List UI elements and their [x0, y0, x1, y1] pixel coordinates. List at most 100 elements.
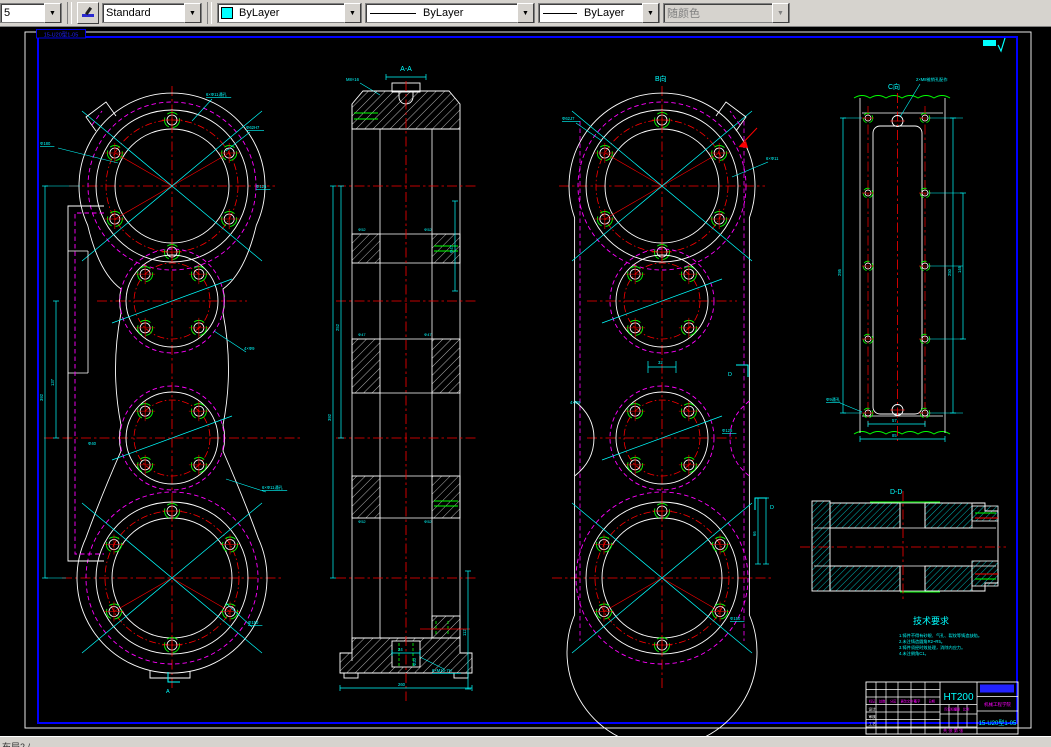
section-aa[interactable]: A-A M8×16 252 392 Φ47 Φ52 Φ52 Φ47 Φ47 Φ52 Φ52 24 Φ20… [327, 66, 476, 701]
svg-text:D: D [728, 372, 732, 378]
svg-text:A: A [166, 689, 170, 695]
color-swatch-icon [221, 7, 233, 19]
lineweight-line-icon [543, 12, 577, 14]
frame-number-label[interactable]: 15-U20型1-05 [36, 29, 86, 39]
view-c[interactable]: C向 295 250 146 57 85 2×M8锥销孔配作 Φ9通孔 [826, 76, 966, 442]
text-style-value: Standard [106, 7, 151, 19]
svg-text:4×Φ9: 4×Φ9 [570, 400, 581, 405]
svg-text:分区: 分区 [890, 699, 897, 704]
svg-text:D: D [770, 505, 774, 511]
chevron-down-icon[interactable]: ▼ [184, 3, 201, 23]
svg-text:392: 392 [327, 413, 332, 421]
svg-text:6×M10-7H: 6×M10-7H [432, 668, 452, 673]
svg-text:C向: C向 [888, 82, 900, 91]
svg-text:Φ47: Φ47 [449, 244, 454, 253]
view-b[interactable]: B向 Φ62J7 6×Φ11 Φ125 4×Φ9 Φ150 32 D D 66 [552, 74, 779, 747]
lineweight-value: ByLayer [584, 7, 625, 19]
svg-text:32: 32 [658, 360, 663, 365]
svg-text:Φ52: Φ52 [424, 227, 432, 232]
svg-text:Φ62H7: Φ62H7 [246, 125, 260, 130]
svg-text:Φ40: Φ40 [88, 441, 97, 446]
plotstyle-combo: 随颜色 ▼ [663, 3, 790, 23]
svg-text:Φ9通孔: Φ9通孔 [826, 396, 841, 403]
roughness-symbol [983, 37, 1006, 53]
svg-text:66: 66 [752, 531, 757, 536]
svg-text:252: 252 [335, 323, 340, 331]
svg-text:Φ125: Φ125 [256, 184, 267, 189]
chevron-down-icon: ▼ [772, 3, 789, 23]
plotstyle-value: 随颜色 [667, 8, 700, 20]
svg-text:112: 112 [462, 629, 467, 636]
svg-text:392: 392 [39, 393, 44, 401]
svg-text:4.未注倒角C1。: 4.未注倒角C1。 [899, 650, 929, 657]
title-block: HT200阶段标记重量 比例共 张 第 张机械工程学院15-U20型1-05标记处… [865, 681, 1019, 735]
drawing-canvas[interactable]: 15-U20型1-05 6×Φ11通孔 Φ180 Φ62H7 Φ125 4×Φ9 6×Φ11… [0, 28, 1051, 747]
drawing-number: 15-U20型1-05 [979, 719, 1017, 727]
svg-text:85: 85 [892, 433, 897, 438]
linetype-value: ByLayer [423, 7, 464, 19]
svg-text:Φ52: Φ52 [424, 519, 432, 524]
linetype-line-icon [370, 12, 416, 14]
color-control-combo[interactable]: ByLayer ▼ [217, 3, 362, 23]
chevron-down-icon[interactable]: ▼ [517, 3, 534, 23]
svg-text:Φ47: Φ47 [358, 332, 366, 337]
svg-text:260: 260 [398, 682, 406, 687]
toolbar-separator [207, 2, 212, 24]
svg-text:15-U20型1-05: 15-U20型1-05 [44, 30, 79, 38]
svg-text:比例: 比例 [963, 707, 969, 712]
text-style-combo[interactable]: Standard ▼ [102, 3, 202, 23]
svg-text:Φ150: Φ150 [730, 616, 741, 621]
svg-text:D-D: D-D [890, 489, 902, 496]
svg-text:A-A: A-A [400, 66, 412, 73]
svg-text:审核: 审核 [869, 714, 877, 719]
sheet-frame [24, 31, 1032, 729]
svg-text:137: 137 [50, 378, 55, 386]
chevron-down-icon[interactable]: ▼ [642, 3, 659, 23]
svg-text:2.未注铸造圆角R2~R5。: 2.未注铸造圆角R2~R5。 [899, 638, 945, 645]
svg-text:6×Φ11通孔: 6×Φ11通孔 [206, 91, 228, 98]
toolbar-separator [67, 2, 72, 24]
svg-text:Φ150: Φ150 [248, 620, 259, 625]
cad-application-window: 5 ▼ Standard ▼ ByLayer ▼ ByLayer ▼ ByLay… [0, 0, 1051, 747]
chevron-down-icon[interactable]: ▼ [44, 3, 61, 23]
chevron-down-icon[interactable]: ▼ [344, 3, 361, 23]
svg-text:1.铸件不得有砂眼、气孔、裂纹等铸造缺陷。: 1.铸件不得有砂眼、气孔、裂纹等铸造缺陷。 [899, 632, 982, 639]
svg-text:M8×16: M8×16 [346, 77, 360, 82]
svg-text:250: 250 [947, 268, 952, 276]
svg-text:6×Φ11通孔: 6×Φ11通孔 [262, 484, 284, 491]
tech-requirements: 技术要求 1.铸件不得有砂眼、气孔、裂纹等铸造缺陷。2.未注铸造圆角R2~R5。3… [899, 615, 982, 657]
svg-text:签字: 签字 [914, 699, 920, 704]
svg-text:共 张 第 张: 共 张 第 张 [943, 727, 964, 734]
svg-text:设计: 设计 [869, 707, 877, 712]
front-view[interactable]: 6×Φ11通孔 Φ180 Φ62H7 Φ125 4×Φ9 6×Φ11通孔 Φ150 Φ40 39… [39, 86, 300, 695]
svg-text:295: 295 [837, 268, 842, 276]
style-tool-button[interactable] [77, 2, 99, 24]
brush-icon [81, 7, 95, 19]
svg-text:Φ52: Φ52 [358, 519, 366, 524]
layout-tab[interactable]: 布局2 / [2, 740, 30, 747]
org-name: 机械工程学院 [984, 701, 1011, 708]
svg-text:Φ20: Φ20 [412, 657, 417, 666]
named-view-combo[interactable]: 5 ▼ [0, 3, 62, 23]
svg-text:6×Φ11: 6×Φ11 [766, 156, 779, 161]
svg-text:3.铸件须经时效处理，消除内应力。: 3.铸件须经时效处理，消除内应力。 [899, 644, 965, 651]
svg-text:4×Φ9: 4×Φ9 [244, 346, 255, 351]
material-value: HT200 [943, 692, 973, 703]
linetype-combo[interactable]: ByLayer ▼ [365, 3, 535, 23]
cad-drawing[interactable]: 15-U20型1-056×Φ11通孔Φ180Φ62H7Φ1254×Φ96×Φ11… [0, 28, 1051, 747]
svg-text:B向: B向 [655, 74, 667, 83]
lineweight-combo[interactable]: ByLayer ▼ [538, 3, 660, 23]
selected-part-name[interactable] [980, 684, 1014, 693]
svg-text:重量: 重量 [954, 707, 961, 712]
named-view-value: 5 [4, 7, 11, 19]
svg-text:日期: 日期 [929, 699, 935, 704]
svg-text:Φ52: Φ52 [358, 227, 366, 232]
tech-req-title: 技术要求 [913, 615, 949, 626]
svg-text:Φ180: Φ180 [40, 141, 51, 146]
svg-text:Φ125: Φ125 [722, 428, 733, 433]
color-value: ByLayer [239, 7, 280, 19]
svg-text:57: 57 [892, 418, 897, 423]
section-dd[interactable]: D-D [800, 489, 1006, 601]
layout-tab-bar: 布局2 / [0, 736, 1051, 747]
object-properties-toolbar: 5 ▼ Standard ▼ ByLayer ▼ ByLayer ▼ ByLay… [0, 0, 1051, 27]
